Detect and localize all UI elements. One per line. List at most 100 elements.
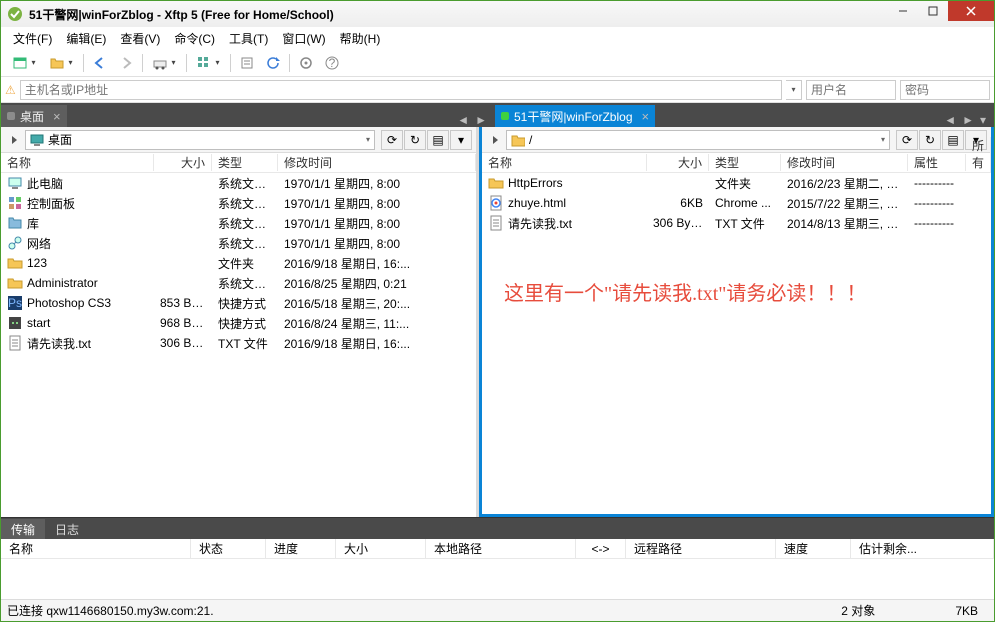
- file-icon: [488, 195, 504, 211]
- view-mode-button[interactable]: ▾: [191, 51, 226, 75]
- open-button[interactable]: ▾: [44, 51, 79, 75]
- close-button[interactable]: [948, 1, 994, 21]
- col-attr[interactable]: 属性: [908, 154, 966, 171]
- minimize-button[interactable]: [888, 1, 918, 21]
- col-date[interactable]: 修改时间: [781, 154, 908, 171]
- col-type[interactable]: 类型: [212, 154, 278, 171]
- up-button[interactable]: ⟳: [896, 130, 918, 150]
- tcol-remotepath[interactable]: 远程路径: [626, 539, 776, 558]
- file-size: 853 Bytes: [154, 296, 212, 310]
- tcol-status[interactable]: 状态: [191, 539, 266, 558]
- file-type: Chrome ...: [709, 196, 781, 210]
- col-date[interactable]: 修改时间: [278, 154, 476, 171]
- col-size[interactable]: 大小: [647, 154, 709, 171]
- menu-window[interactable]: 窗口(W): [276, 28, 331, 49]
- file-name: start: [27, 316, 50, 330]
- properties-button[interactable]: [235, 52, 259, 74]
- tab-log[interactable]: 日志: [45, 519, 89, 539]
- refresh-button[interactable]: [261, 52, 285, 74]
- address-bar: ⚠ ▾: [1, 77, 994, 103]
- file-row[interactable]: Administrator系统文件夹2016/8/25 星期四, 0:21: [1, 273, 476, 293]
- password-input[interactable]: [900, 80, 990, 100]
- remote-panel: / ▾ ⟳ ↻ ▤ ▾ 名称 大小 类型 修改时间 属性 所有者 HttpErr…: [479, 127, 994, 517]
- tab-close-icon[interactable]: ×: [53, 109, 61, 124]
- file-type: 系统文件夹: [212, 215, 278, 232]
- local-file-list[interactable]: 此电脑系统文件夹1970/1/1 星期四, 8:00控制面板系统文件夹1970/…: [1, 173, 476, 517]
- new-session-button[interactable]: ▾: [7, 51, 42, 75]
- host-dropdown[interactable]: ▾: [786, 80, 802, 100]
- file-icon: [488, 215, 504, 231]
- transfer-button[interactable]: ▾: [147, 51, 182, 75]
- desktop-icon: [30, 133, 44, 147]
- tcol-name[interactable]: 名称: [1, 539, 191, 558]
- file-row[interactable]: 网络系统文件夹1970/1/1 星期四, 8:00: [1, 233, 476, 253]
- file-row[interactable]: 请先读我.txt306 BytesTXT 文件2014/8/13 星期三, 17…: [482, 213, 991, 233]
- file-type: TXT 文件: [212, 335, 278, 352]
- help-button[interactable]: ?: [320, 52, 344, 74]
- tab-remote[interactable]: 51干警网|winForZblog ×: [495, 105, 655, 127]
- file-icon: [7, 275, 23, 291]
- col-type[interactable]: 类型: [709, 154, 781, 171]
- col-name[interactable]: 名称: [482, 154, 647, 171]
- tab-dd-icon[interactable]: ▾: [980, 113, 986, 127]
- menu-help[interactable]: 帮助(H): [334, 28, 387, 49]
- file-row[interactable]: 此电脑系统文件夹1970/1/1 星期四, 8:00: [1, 173, 476, 193]
- tab-next-icon[interactable]: ►: [962, 113, 974, 127]
- folder-icon: [511, 133, 525, 147]
- file-type: 系统文件夹: [212, 275, 278, 292]
- file-row[interactable]: 控制面板系统文件夹1970/1/1 星期四, 8:00: [1, 193, 476, 213]
- tab-prev-icon[interactable]: ◄: [457, 113, 469, 127]
- file-size: 306 Bytes: [647, 216, 709, 230]
- list-button[interactable]: ▤: [942, 130, 964, 150]
- file-row[interactable]: 库系统文件夹1970/1/1 星期四, 8:00: [1, 213, 476, 233]
- host-input[interactable]: [20, 80, 782, 100]
- refresh-button[interactable]: ↻: [919, 130, 941, 150]
- col-size[interactable]: 大小: [154, 154, 212, 171]
- tab-close-icon[interactable]: ×: [642, 109, 650, 124]
- menu-command[interactable]: 命令(C): [168, 28, 221, 49]
- file-icon: [488, 175, 504, 191]
- file-row[interactable]: zhuye.html6KBChrome ...2015/7/22 星期三, 11…: [482, 193, 991, 213]
- tcol-progress[interactable]: 进度: [266, 539, 336, 558]
- refresh-button[interactable]: ↻: [404, 130, 426, 150]
- menu-tools[interactable]: 工具(T): [223, 28, 274, 49]
- settings-button[interactable]: [294, 52, 318, 74]
- remote-path-input[interactable]: / ▾: [506, 130, 890, 150]
- file-row[interactable]: PsPhotoshop CS3853 Bytes快捷方式2016/5/18 星期…: [1, 293, 476, 313]
- up-button[interactable]: ⟳: [381, 130, 403, 150]
- file-row[interactable]: HttpErrors文件夹2016/2/23 星期二, 4:00--------…: [482, 173, 991, 193]
- tab-label: 桌面: [20, 108, 44, 125]
- username-input[interactable]: [806, 80, 896, 100]
- svg-text:Ps: Ps: [8, 296, 22, 310]
- maximize-button[interactable]: [918, 1, 948, 21]
- remote-file-list[interactable]: HttpErrors文件夹2016/2/23 星期二, 4:00--------…: [482, 173, 991, 514]
- tab-transfer[interactable]: 传输: [1, 519, 45, 539]
- local-path-input[interactable]: 桌面 ▾: [25, 130, 375, 150]
- tcol-remain[interactable]: 估计剩余...: [851, 539, 994, 558]
- list-button[interactable]: ▤: [427, 130, 449, 150]
- tcol-localpath[interactable]: 本地路径: [426, 539, 576, 558]
- menu-view[interactable]: 查看(V): [114, 28, 166, 49]
- col-name[interactable]: 名称: [1, 154, 154, 171]
- tab-next-icon[interactable]: ►: [475, 113, 487, 127]
- nav-toggle-button[interactable]: [486, 131, 504, 149]
- file-date: 2015/7/22 星期三, 11:...: [781, 195, 908, 212]
- file-row[interactable]: 请先读我.txt306 BytesTXT 文件2016/9/18 星期日, 16…: [1, 333, 476, 353]
- back-button[interactable]: [88, 52, 112, 74]
- forward-button[interactable]: [114, 52, 138, 74]
- file-row[interactable]: 123文件夹2016/9/18 星期日, 16:...: [1, 253, 476, 273]
- tcol-speed[interactable]: 速度: [776, 539, 851, 558]
- file-name: zhuye.html: [508, 196, 566, 210]
- file-row[interactable]: start968 Bytes快捷方式2016/8/24 星期三, 11:...: [1, 313, 476, 333]
- menu-edit[interactable]: 编辑(E): [60, 28, 112, 49]
- tcol-dir[interactable]: <->: [576, 539, 626, 558]
- local-panel: 桌面 ▾ ⟳ ↻ ▤ ▾ 名称 大小 类型 修改时间 此电脑系统文件夹1970/…: [1, 127, 479, 517]
- tab-local[interactable]: 桌面 ×: [1, 105, 67, 127]
- tab-prev-icon[interactable]: ◄: [944, 113, 956, 127]
- transfer-list[interactable]: [1, 559, 994, 599]
- file-name: 123: [27, 256, 47, 270]
- tcol-size[interactable]: 大小: [336, 539, 426, 558]
- options-button[interactable]: ▾: [450, 130, 472, 150]
- menu-file[interactable]: 文件(F): [7, 28, 58, 49]
- nav-toggle-button[interactable]: [5, 131, 23, 149]
